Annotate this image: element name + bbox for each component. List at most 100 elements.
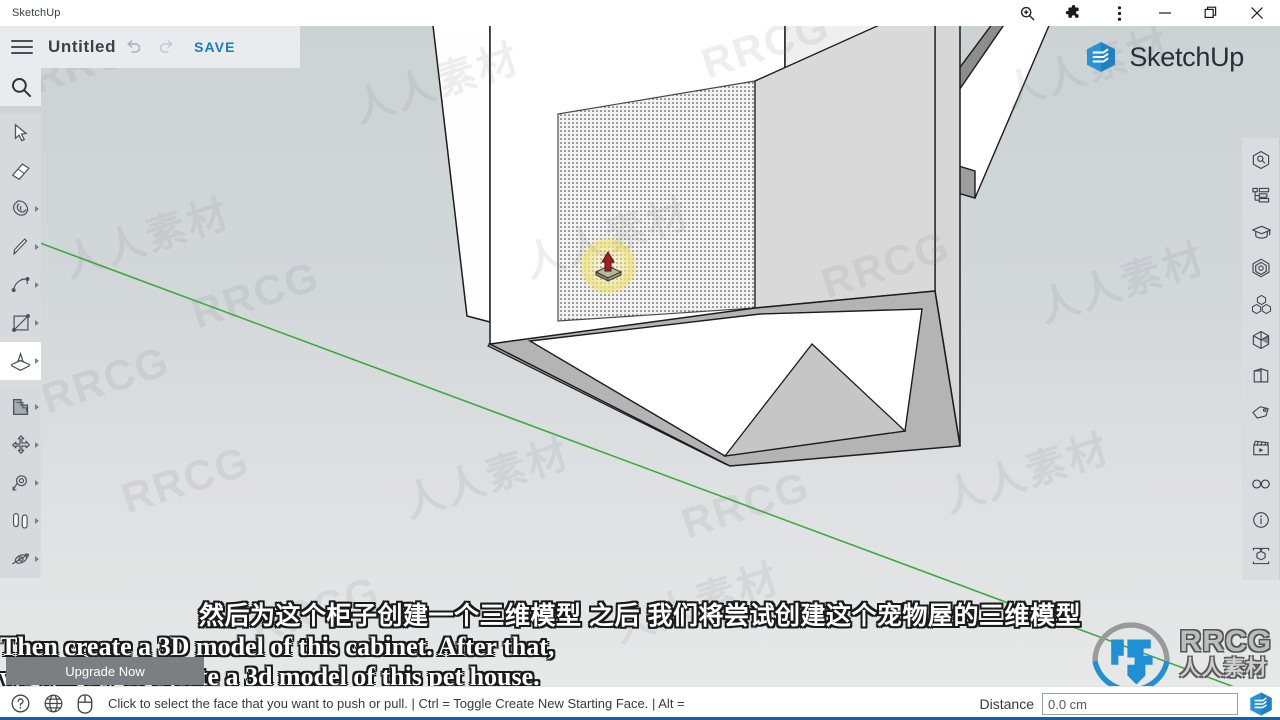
undo-icon[interactable] bbox=[116, 26, 150, 68]
zoom-icon[interactable] bbox=[1004, 0, 1050, 26]
brand-label: SketchUp bbox=[1129, 41, 1244, 72]
status-bar: Click to select the face that you want t… bbox=[0, 686, 1280, 720]
panel-styles[interactable] bbox=[1242, 322, 1280, 358]
outliner-icon bbox=[1252, 187, 1270, 203]
tool-paint-bucket[interactable] bbox=[0, 190, 41, 228]
tool-select[interactable] bbox=[0, 114, 41, 152]
redo-icon[interactable] bbox=[150, 26, 184, 68]
push-pull-icon bbox=[10, 351, 31, 371]
materials-icon bbox=[1252, 258, 1270, 278]
panel-materials[interactable] bbox=[1242, 250, 1280, 286]
panel-model-info[interactable] bbox=[1242, 142, 1280, 178]
modify-tools-group bbox=[0, 388, 41, 578]
app-header: Untitled SAVE bbox=[0, 26, 300, 68]
pencil-line-icon bbox=[12, 238, 27, 256]
model-info-cube-icon bbox=[1252, 150, 1270, 170]
browser-tab-title[interactable]: SketchUp bbox=[12, 7, 61, 19]
model-face-left-panel bbox=[432, 26, 491, 323]
sketchup-app-window: RRCG 人人素材 RRCG 人人素材 人人素材 RRCG 人人素材 RRCG … bbox=[0, 0, 1280, 720]
orbit-icon bbox=[12, 475, 27, 491]
document-title[interactable]: Untitled bbox=[48, 37, 116, 57]
walk-icon bbox=[12, 513, 28, 529]
browser-titlebar: SketchUp bbox=[0, 0, 1280, 26]
tool-offset[interactable] bbox=[0, 388, 41, 426]
tool-line[interactable] bbox=[0, 228, 41, 266]
minimize-icon[interactable] bbox=[1142, 0, 1188, 26]
rrcg-brand-cn: 人人素材 bbox=[1179, 657, 1268, 680]
rrcg-emblem-icon bbox=[1091, 622, 1170, 692]
help-circle-icon[interactable] bbox=[10, 693, 31, 714]
measurement-input[interactable] bbox=[1042, 693, 1238, 715]
search-tool-button[interactable] bbox=[0, 68, 41, 106]
close-icon[interactable] bbox=[1234, 0, 1280, 26]
tool-rotate[interactable] bbox=[0, 540, 41, 578]
panel-tags[interactable] bbox=[1242, 394, 1280, 430]
sketchup-logo-icon bbox=[1250, 692, 1272, 716]
sketchup-brand: SketchUp bbox=[1084, 40, 1244, 74]
sketchup-logo-icon bbox=[1087, 42, 1116, 72]
eraser-icon bbox=[11, 163, 30, 181]
panel-learn[interactable] bbox=[1242, 214, 1280, 250]
browser-menu-icon[interactable] bbox=[1096, 0, 1142, 26]
tool-move[interactable] bbox=[0, 426, 41, 464]
tool-push-pull[interactable] bbox=[0, 342, 41, 380]
right-toolbar bbox=[1242, 138, 1280, 580]
status-message: Click to select the face that you want t… bbox=[108, 696, 685, 711]
panel-components[interactable] bbox=[1242, 286, 1280, 322]
drawing-tools-group bbox=[0, 114, 41, 380]
sketchup-status-logo bbox=[1248, 691, 1274, 720]
tag-icon bbox=[1252, 406, 1269, 419]
flyout-arrow[interactable] bbox=[35, 518, 39, 524]
panel-display[interactable] bbox=[1242, 358, 1280, 394]
styles-cube-icon bbox=[1252, 330, 1270, 350]
flyout-arrow[interactable] bbox=[35, 404, 39, 410]
components-icon bbox=[1251, 294, 1271, 314]
save-button[interactable]: SAVE bbox=[194, 39, 236, 55]
tool-walk[interactable] bbox=[0, 502, 41, 540]
paint-bucket-icon bbox=[12, 200, 28, 216]
scenes-clapper-icon bbox=[1253, 440, 1269, 456]
flyout-arrow[interactable] bbox=[35, 556, 39, 562]
glasses-icon bbox=[1252, 479, 1270, 489]
maximize-icon[interactable] bbox=[1188, 0, 1234, 26]
main-menu-icon[interactable] bbox=[0, 26, 44, 68]
rrcg-brand-en: RRCG bbox=[1179, 625, 1272, 658]
select-arrow-icon bbox=[14, 123, 28, 142]
panel-stereo-view[interactable] bbox=[1242, 466, 1280, 502]
flyout-arrow[interactable] bbox=[35, 358, 39, 364]
search-icon bbox=[11, 77, 31, 97]
flyout-arrow[interactable] bbox=[35, 320, 39, 326]
left-toolbar bbox=[0, 68, 41, 578]
tool-arc[interactable] bbox=[0, 266, 41, 304]
flyout-arrow[interactable] bbox=[35, 244, 39, 250]
panel-entity-info[interactable] bbox=[1242, 502, 1280, 538]
export-box-icon bbox=[1252, 547, 1270, 565]
flyout-arrow[interactable] bbox=[35, 206, 39, 212]
move-icon bbox=[11, 435, 30, 454]
panel-export[interactable] bbox=[1242, 538, 1280, 574]
model-face-interior-right bbox=[754, 26, 936, 309]
panel-scenes[interactable] bbox=[1242, 430, 1280, 466]
status-bar-icons bbox=[0, 693, 94, 715]
window-controls bbox=[1004, 0, 1280, 26]
measurement-label: Distance bbox=[979, 696, 1034, 712]
rrcg-watermark-logo: RRCG 人人素材 bbox=[1086, 614, 1272, 692]
panel-outliner[interactable] bbox=[1242, 178, 1280, 214]
extensions-icon[interactable] bbox=[1050, 0, 1096, 26]
flyout-arrow[interactable] bbox=[35, 442, 39, 448]
tool-rectangle[interactable] bbox=[0, 304, 41, 342]
info-circle-icon bbox=[1253, 512, 1269, 528]
tool-eraser[interactable] bbox=[0, 152, 41, 190]
arc-icon bbox=[11, 277, 29, 293]
mouse-icon[interactable] bbox=[76, 693, 94, 715]
upgrade-now-button[interactable]: Upgrade Now bbox=[6, 657, 204, 685]
rectangle-icon bbox=[11, 314, 30, 332]
flyout-arrow[interactable] bbox=[35, 282, 39, 288]
flyout-arrow[interactable] bbox=[35, 480, 39, 486]
rotate-icon bbox=[11, 553, 29, 565]
globe-icon[interactable] bbox=[43, 693, 64, 714]
measurement-box: Distance bbox=[980, 687, 1238, 720]
offset-icon bbox=[12, 398, 28, 416]
tool-orbit[interactable] bbox=[0, 464, 41, 502]
display-cube-icon bbox=[1253, 368, 1269, 383]
